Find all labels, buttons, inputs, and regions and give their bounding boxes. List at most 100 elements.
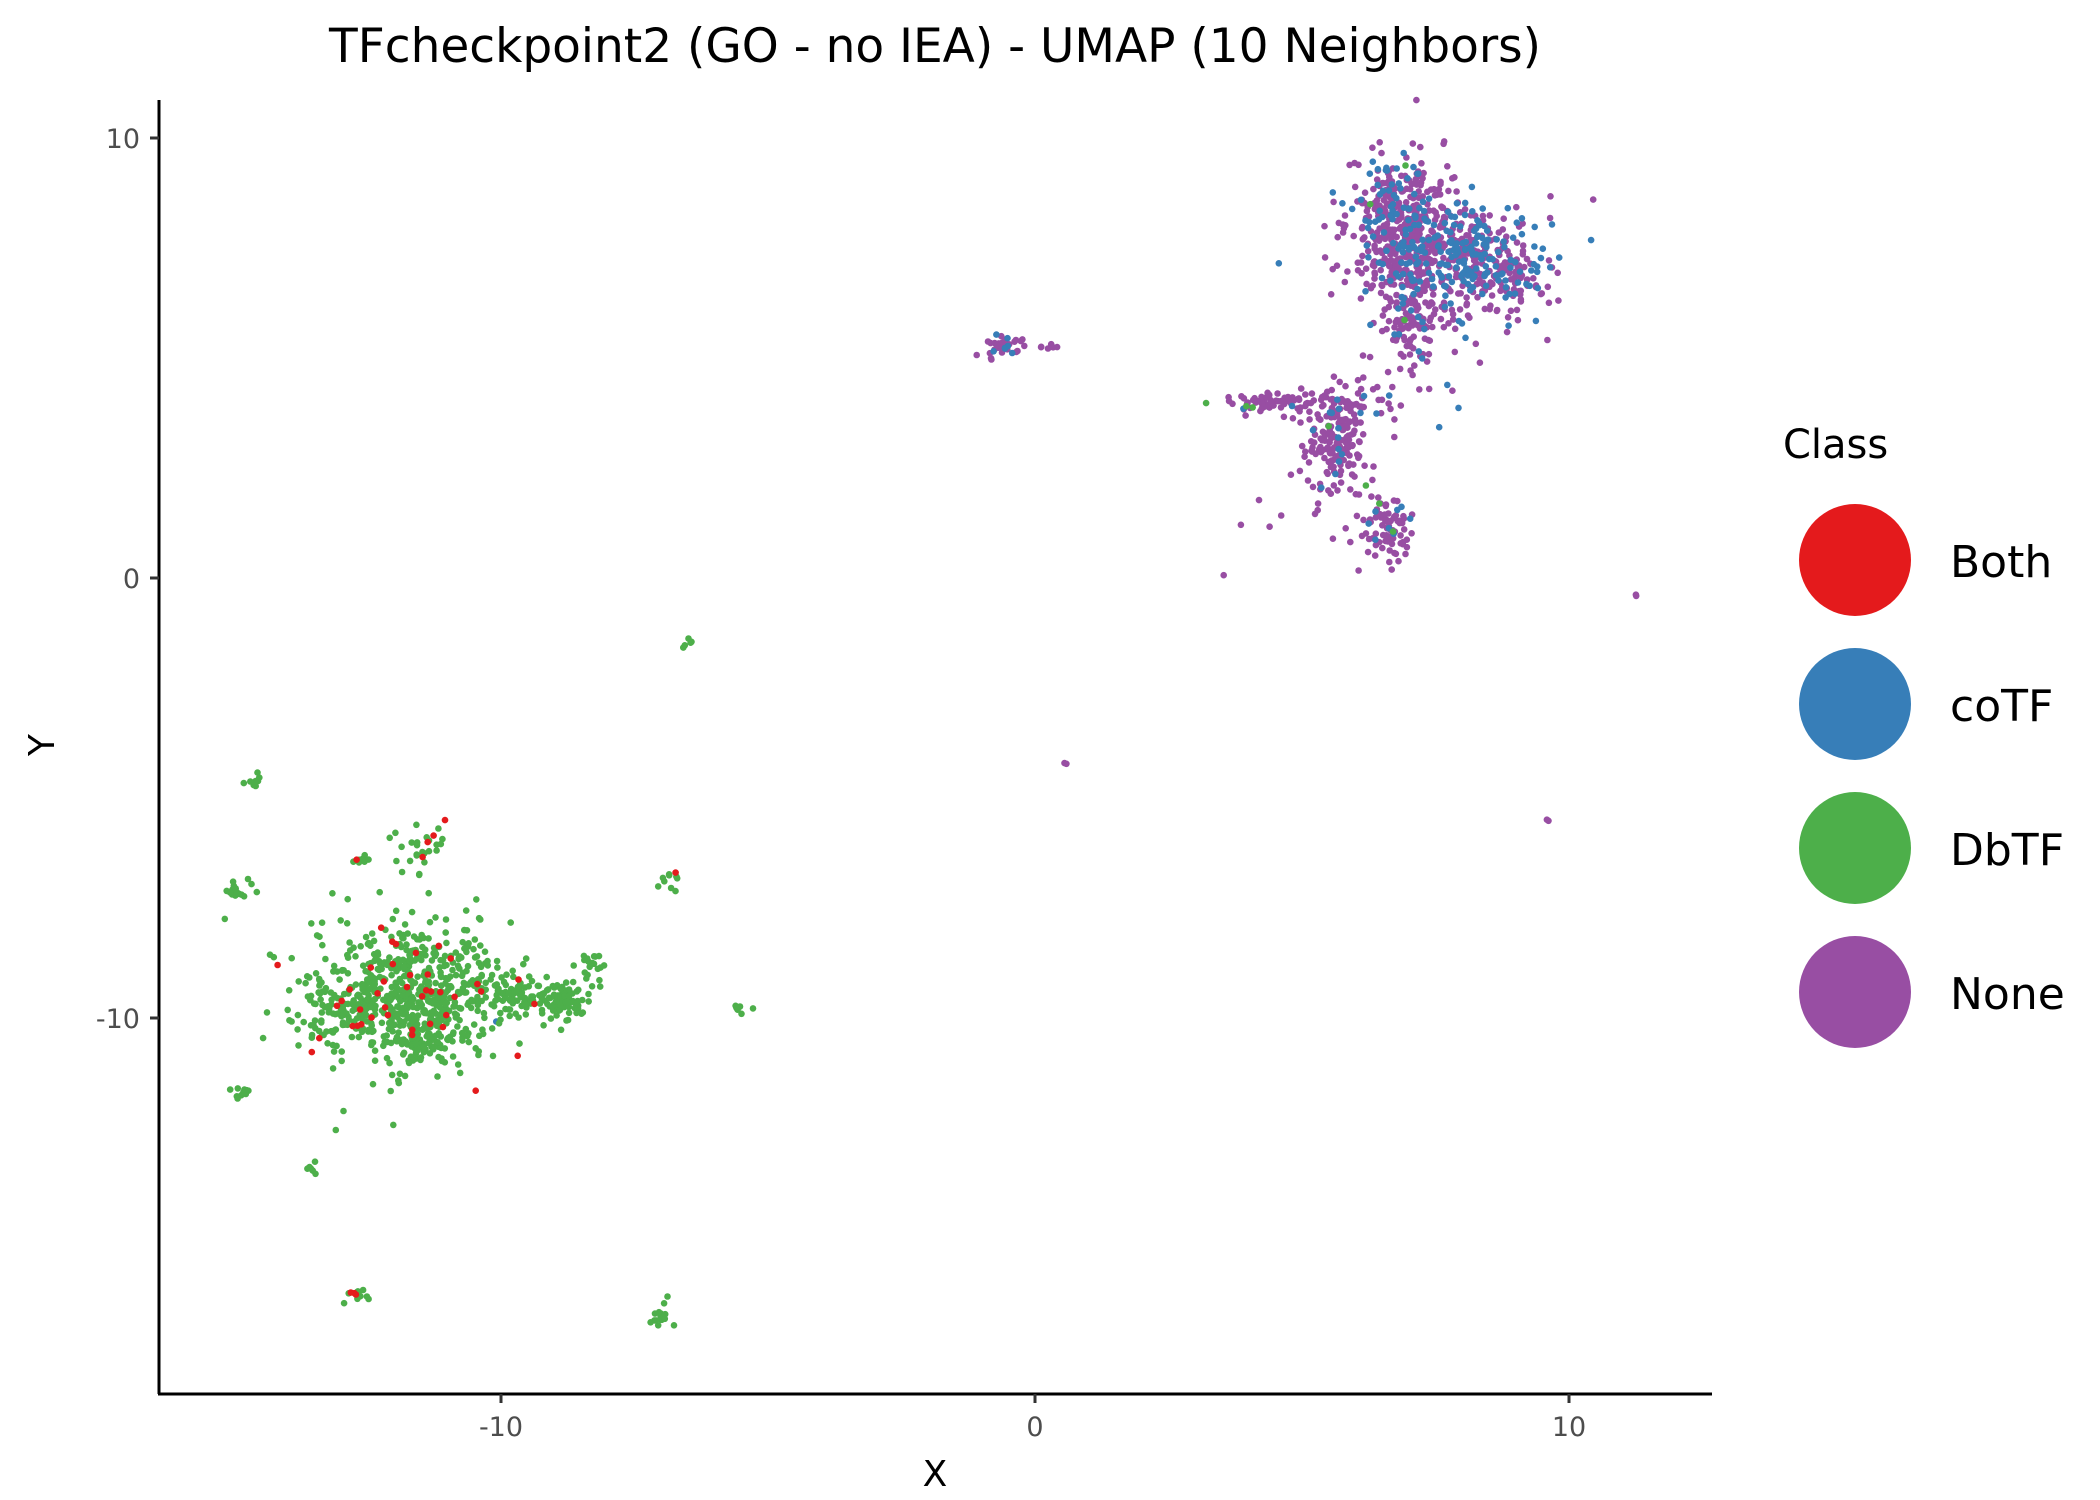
point-dbtf bbox=[437, 840, 445, 848]
point-cotf bbox=[1334, 396, 1341, 404]
point-none bbox=[1255, 496, 1263, 504]
point-both bbox=[514, 1052, 521, 1060]
point-dbtf bbox=[444, 975, 452, 983]
point-both bbox=[316, 1034, 323, 1042]
point-none bbox=[1364, 548, 1372, 556]
point-none bbox=[1455, 290, 1462, 297]
point-dbtf bbox=[494, 995, 502, 1003]
point-cotf bbox=[1406, 225, 1414, 233]
point-dbtf bbox=[1202, 399, 1210, 407]
point-none bbox=[1324, 470, 1331, 478]
point-dbtf bbox=[437, 973, 445, 981]
point-dbtf bbox=[442, 929, 450, 936]
point-none bbox=[1306, 408, 1313, 416]
point-dbtf bbox=[581, 969, 589, 976]
y-tick-label: -10 bbox=[96, 1004, 140, 1035]
point-dbtf bbox=[316, 977, 323, 984]
point-none bbox=[1330, 463, 1337, 471]
point-none bbox=[1370, 463, 1377, 470]
point-dbtf bbox=[385, 1019, 393, 1027]
point-both bbox=[419, 853, 426, 861]
point-dbtf bbox=[513, 987, 520, 995]
point-dbtf bbox=[489, 1052, 497, 1060]
point-none bbox=[1325, 487, 1332, 494]
point-none bbox=[1357, 259, 1365, 266]
point-cotf bbox=[1442, 283, 1449, 290]
point-none bbox=[1476, 279, 1483, 287]
point-dbtf bbox=[338, 1048, 346, 1055]
point-none bbox=[1426, 337, 1434, 345]
point-dbtf bbox=[376, 888, 384, 896]
point-dbtf bbox=[538, 1010, 546, 1017]
point-none bbox=[1543, 816, 1551, 823]
point-dbtf bbox=[362, 933, 370, 941]
point-cotf bbox=[1004, 334, 1011, 342]
point-cotf bbox=[1395, 180, 1403, 187]
legend-entry-both: Both bbox=[1799, 504, 2052, 616]
point-none bbox=[1305, 459, 1313, 466]
point-both bbox=[672, 869, 679, 876]
point-dbtf bbox=[367, 973, 375, 981]
point-none bbox=[1388, 566, 1395, 573]
point-none bbox=[1304, 477, 1312, 484]
point-cotf bbox=[1411, 212, 1418, 219]
point-dbtf bbox=[563, 1017, 570, 1024]
point-dbtf bbox=[651, 1310, 659, 1317]
point-none bbox=[1354, 390, 1362, 397]
point-none bbox=[1472, 340, 1480, 348]
point-cotf bbox=[1534, 284, 1542, 292]
point-dbtf bbox=[388, 1071, 396, 1079]
point-dbtf bbox=[565, 986, 573, 993]
point-cotf bbox=[1405, 205, 1413, 212]
point-both bbox=[389, 960, 397, 968]
point-dbtf bbox=[477, 963, 485, 971]
point-both bbox=[437, 988, 444, 996]
point-cotf bbox=[1318, 484, 1325, 492]
point-none bbox=[1350, 430, 1357, 438]
point-none bbox=[1302, 402, 1309, 410]
point-cotf bbox=[1462, 238, 1470, 246]
point-none bbox=[1410, 319, 1418, 327]
point-dbtf bbox=[435, 1030, 443, 1037]
point-dbtf bbox=[329, 1010, 337, 1017]
point-none bbox=[1504, 314, 1512, 321]
point-dbtf bbox=[465, 940, 472, 948]
point-none bbox=[1417, 143, 1424, 151]
point-none bbox=[1400, 353, 1407, 360]
point-dbtf bbox=[414, 973, 422, 980]
point-both bbox=[451, 993, 458, 1001]
point-none bbox=[1456, 306, 1464, 313]
point-none bbox=[1530, 275, 1537, 282]
point-none bbox=[1321, 254, 1329, 261]
point-dbtf bbox=[437, 1044, 445, 1052]
point-both bbox=[377, 924, 385, 931]
point-dbtf bbox=[442, 916, 450, 923]
point-cotf bbox=[1418, 355, 1426, 362]
point-none bbox=[1037, 343, 1045, 351]
point-dbtf bbox=[596, 976, 603, 984]
point-none bbox=[1371, 245, 1378, 252]
point-cotf bbox=[1400, 149, 1407, 157]
point-none bbox=[1378, 149, 1385, 157]
point-dbtf bbox=[400, 1049, 408, 1057]
point-dbtf bbox=[552, 998, 560, 1005]
point-cotf bbox=[1364, 224, 1372, 232]
point-dbtf bbox=[422, 977, 430, 984]
point-dbtf bbox=[305, 1164, 313, 1171]
point-cotf bbox=[1437, 248, 1444, 255]
point-dbtf bbox=[348, 1033, 356, 1041]
point-cotf bbox=[1425, 195, 1433, 202]
point-dbtf bbox=[521, 984, 529, 991]
point-none bbox=[1296, 467, 1304, 475]
point-dbtf bbox=[478, 971, 486, 979]
point-dbtf bbox=[370, 937, 378, 945]
point-dbtf bbox=[522, 955, 530, 962]
legend: Class Both coTF DbTF None bbox=[1783, 422, 2065, 1048]
point-none bbox=[1341, 278, 1349, 286]
legend-entry-cotf: coTF bbox=[1799, 648, 2053, 760]
point-dbtf bbox=[550, 991, 558, 998]
point-cotf bbox=[1419, 198, 1427, 206]
point-both bbox=[308, 1048, 316, 1056]
point-dbtf bbox=[393, 857, 400, 865]
point-dbtf bbox=[403, 941, 410, 948]
